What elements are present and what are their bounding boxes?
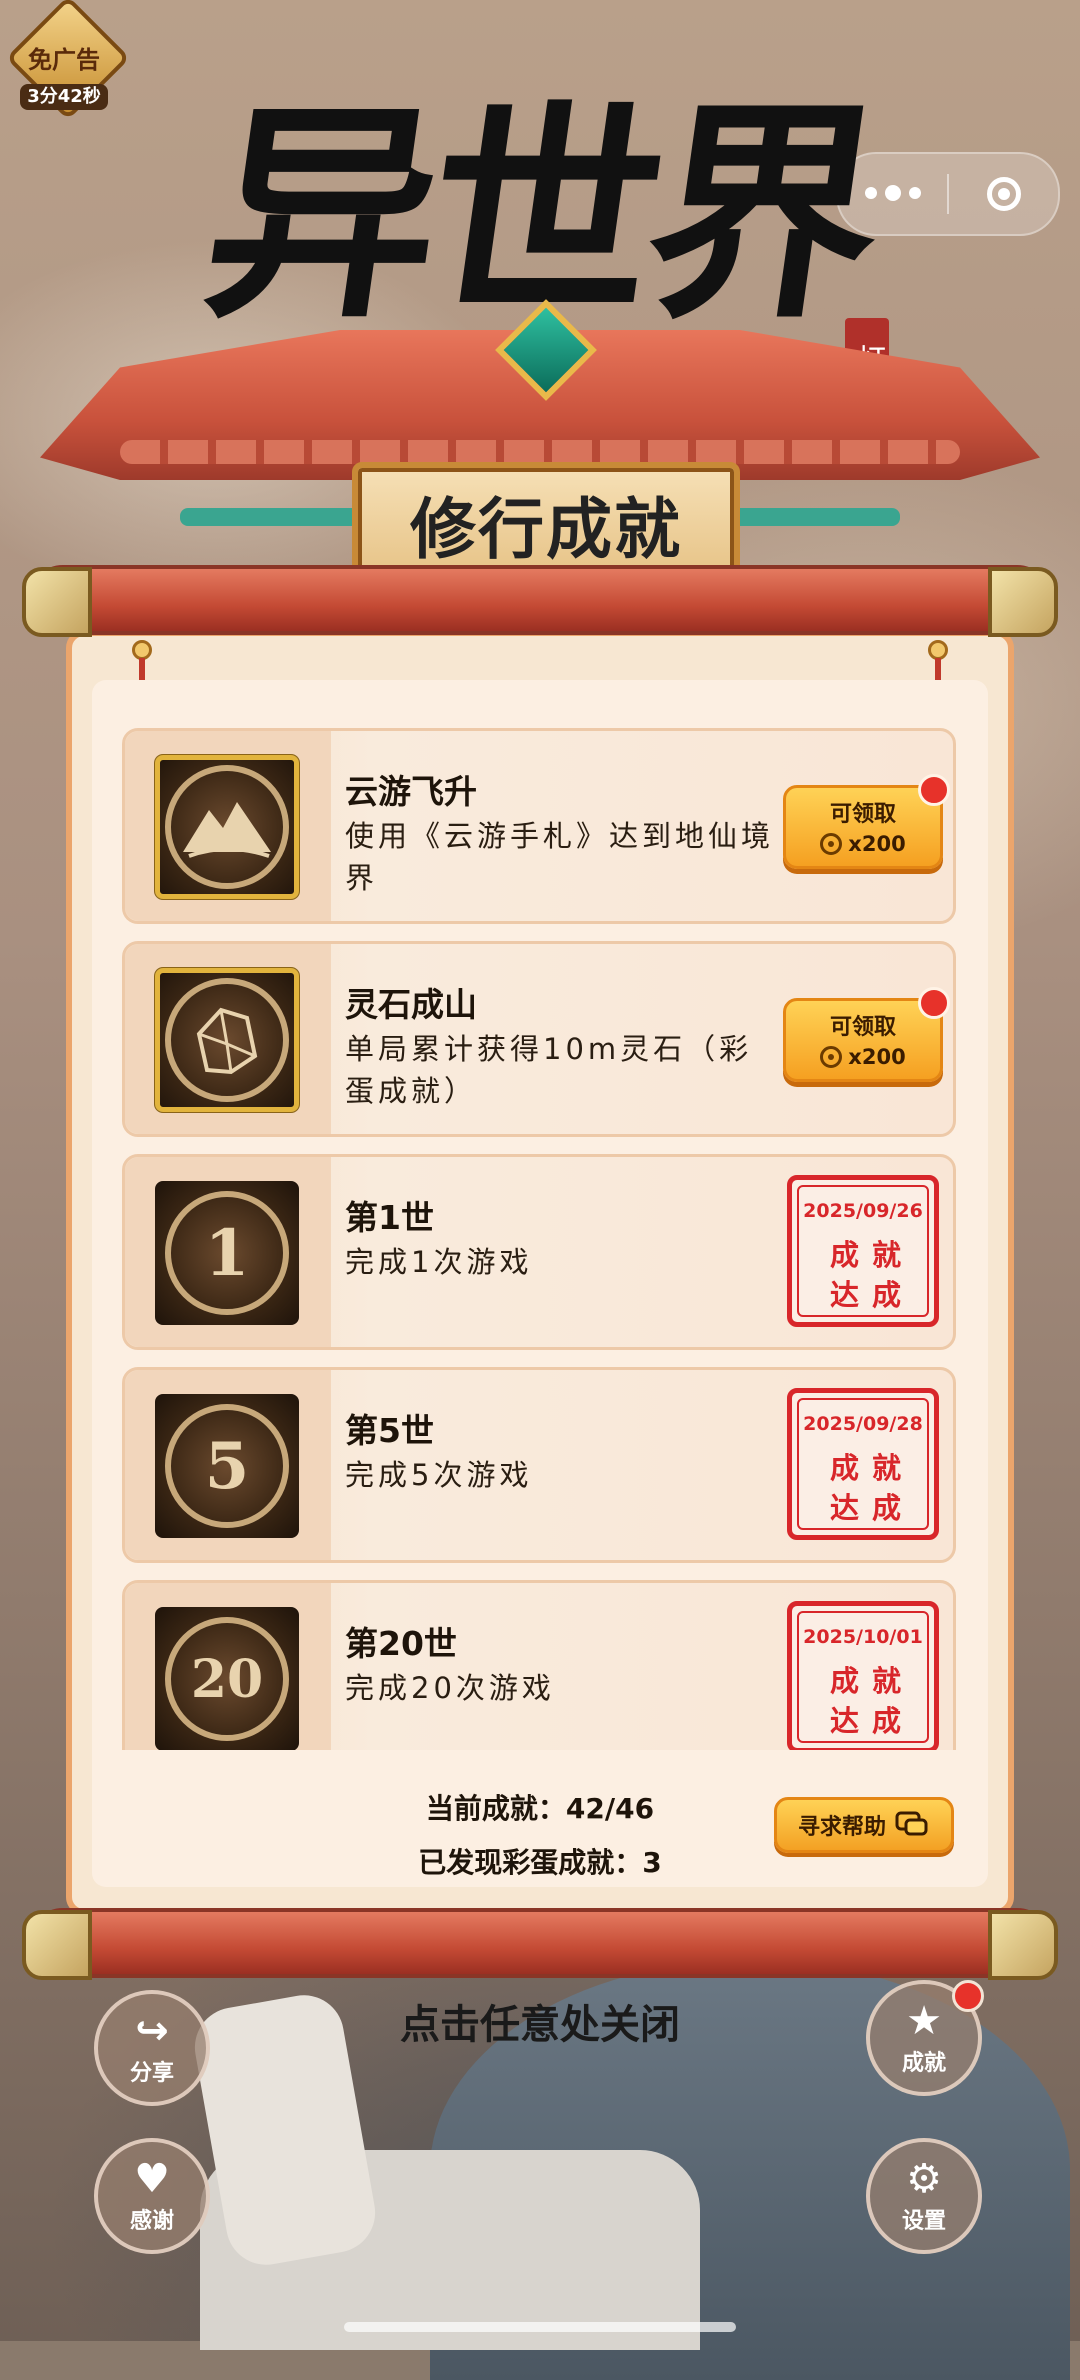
claim-label: 可领取 <box>829 1015 896 1040</box>
pin-right-icon <box>928 640 948 684</box>
home-indicator[interactable] <box>344 2322 736 2332</box>
scroll-rod-bottom <box>22 1908 1058 1980</box>
stamp-char: 成 <box>872 1491 902 1525</box>
chat-bubble-icon <box>895 1811 928 1836</box>
achievement-card[interactable]: 20 第20世 完成20次游戏 2025/10/01 成 就 达 成 <box>122 1580 956 1750</box>
stamp-char: 达 <box>830 1278 860 1312</box>
life-5-icon: 5 <box>155 1394 299 1538</box>
claim-label: 可领取 <box>829 802 896 827</box>
achievement-desc: 使用《云游手札》达到地仙境界 <box>345 819 775 895</box>
settings-label: 设置 <box>901 2209 946 2234</box>
reward-amount: x200 <box>848 832 906 856</box>
rod-cap-left <box>22 1910 92 1980</box>
rod-cap-right <box>988 567 1058 637</box>
heart-person-icon: ♥ <box>134 2156 170 2202</box>
spirit-coin-icon <box>820 1046 843 1068</box>
rod-cap-right <box>988 1910 1058 1980</box>
completed-stamp: 2025/09/28 成 就 达 成 <box>787 1388 939 1540</box>
icon-number: 1 <box>165 1191 289 1315</box>
remove-ads-badge[interactable]: 免广告 3分42秒 <box>5 0 131 121</box>
life-20-icon: 20 <box>155 1607 299 1750</box>
stamp-char: 成 <box>830 1664 860 1698</box>
stamp-char: 就 <box>872 1664 902 1698</box>
stamp-char: 成 <box>872 1704 902 1738</box>
crystal-stone-icon <box>155 968 299 1112</box>
stamp-char: 成 <box>830 1238 860 1272</box>
stamp-date: 2025/10/01 <box>803 1626 923 1648</box>
new-badge-dot <box>918 987 950 1019</box>
mountain-cloud-icon <box>155 755 299 899</box>
completed-stamp: 2025/10/01 成 就 达 成 <box>787 1601 939 1750</box>
achievement-title: 第1世 <box>345 1198 434 1237</box>
life-1-icon: 1 <box>155 1181 299 1325</box>
claim-reward: x200 <box>786 1045 940 1069</box>
achievement-list[interactable]: 云游飞升 使用《云游手札》达到地仙境界 可领取 x200 灵石成山 单局累计获得… <box>122 728 956 1750</box>
achievement-title: 第20世 <box>345 1624 457 1663</box>
claim-reward: x200 <box>786 832 940 856</box>
achievement-title: 云游飞升 <box>345 772 477 811</box>
share-icon: ↪ <box>135 2008 169 2054</box>
achievements-label: 成就 <box>901 2051 946 2076</box>
achievement-desc: 完成5次游戏 <box>345 1458 533 1492</box>
achievement-title: 第5世 <box>345 1411 434 1450</box>
stamp-date: 2025/09/28 <box>803 1413 923 1435</box>
help-label: 寻求帮助 <box>797 1815 886 1840</box>
new-badge-dot <box>918 774 950 806</box>
share-label: 分享 <box>129 2061 174 2086</box>
remove-ads-label: 免广告 <box>28 46 100 74</box>
achievement-card[interactable]: 1 第1世 完成1次游戏 2025/09/26 成 就 达 成 <box>122 1154 956 1350</box>
help-button[interactable]: 寻求帮助 <box>774 1797 954 1853</box>
scroll-rod-top <box>22 565 1058 637</box>
icon-number: 5 <box>165 1404 289 1528</box>
gear-icon: ⚙ <box>906 2156 942 2202</box>
roof-tiles <box>120 440 960 464</box>
achievement-card[interactable]: 云游飞升 使用《云游手札》达到地仙境界 可领取 x200 <box>122 728 956 924</box>
spirit-coin-icon <box>820 833 843 855</box>
stamp-char: 就 <box>872 1238 902 1272</box>
achievement-desc: 单局累计获得10m灵石（彩蛋成就） <box>345 1032 753 1108</box>
settings-button[interactable]: ⚙ 设置 <box>866 2138 982 2254</box>
target-close-icon[interactable] <box>949 177 1058 211</box>
thanks-button[interactable]: ♥ 感谢 <box>94 2138 210 2254</box>
stamp-char: 成 <box>872 1278 902 1312</box>
notification-dot <box>952 1980 984 2012</box>
share-button[interactable]: ↪ 分享 <box>94 1990 210 2106</box>
pin-left-icon <box>132 640 152 684</box>
stamp-char: 达 <box>830 1704 860 1738</box>
reward-amount: x200 <box>848 1045 906 1069</box>
remove-ads-timer: 3分42秒 <box>20 84 108 110</box>
achievement-title: 灵石成山 <box>345 985 477 1024</box>
achievement-card[interactable]: 灵石成山 单局累计获得10m灵石（彩蛋成就） 可领取 x200 <box>122 941 956 1137</box>
rod-cap-left <box>22 567 92 637</box>
achievement-card[interactable]: 5 第5世 完成5次游戏 2025/09/28 成 就 达 成 <box>122 1367 956 1563</box>
stamp-char: 达 <box>830 1491 860 1525</box>
stamp-date: 2025/09/26 <box>803 1200 923 1222</box>
achievement-desc: 完成1次游戏 <box>345 1245 533 1279</box>
achievement-desc: 完成20次游戏 <box>345 1671 555 1705</box>
icon-number: 20 <box>165 1617 289 1741</box>
jade-gem-icon <box>495 299 597 410</box>
claim-button[interactable]: 可领取 x200 <box>783 987 950 1082</box>
stamp-char: 就 <box>872 1451 902 1485</box>
achievements-button[interactable]: ★ 成就 <box>866 1980 984 2096</box>
completed-stamp: 2025/09/26 成 就 达 成 <box>787 1175 939 1327</box>
thanks-label: 感谢 <box>129 2209 174 2234</box>
star-icon: ★ <box>906 1998 942 2044</box>
stamp-char: 成 <box>830 1451 860 1485</box>
claim-button[interactable]: 可领取 x200 <box>783 774 950 869</box>
game-title: 异世界 <box>191 80 889 350</box>
